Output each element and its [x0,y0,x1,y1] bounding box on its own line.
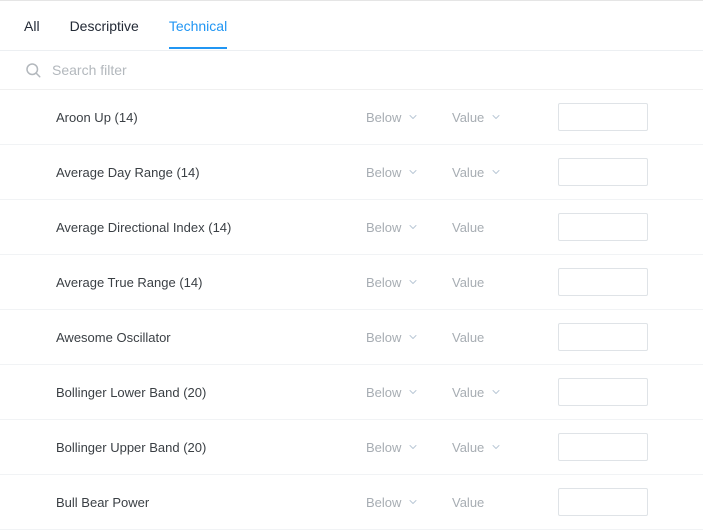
filter-label: Awesome Oscillator [56,330,366,345]
chevron-down-icon [407,386,419,398]
value-type-dropdown-label: Value [452,220,484,235]
chevron-down-icon [490,111,502,123]
tab-technical[interactable]: Technical [169,4,227,48]
filter-label: Average Directional Index (14) [56,220,366,235]
chevron-down-icon [407,496,419,508]
value-type-dropdown-label: Value [452,275,484,290]
condition-dropdown-label: Below [366,275,401,290]
value-input[interactable] [558,103,648,131]
chevron-down-icon [407,111,419,123]
condition-dropdown[interactable]: Below [366,385,452,400]
chevron-down-icon [407,441,419,453]
condition-dropdown[interactable]: Below [366,330,452,345]
value-input[interactable] [558,213,648,241]
tab-all[interactable]: All [24,4,40,48]
value-input[interactable] [558,323,648,351]
tab-descriptive[interactable]: Descriptive [70,4,139,48]
condition-dropdown[interactable]: Below [366,110,452,125]
value-type-dropdown[interactable]: Value [452,385,538,400]
condition-dropdown-label: Below [366,165,401,180]
filter-row: Bull Bear PowerBelow Value [0,475,703,530]
value-type-dropdown-label: Value [452,385,484,400]
value-input[interactable] [558,488,648,516]
filter-label: Bollinger Upper Band (20) [56,440,366,455]
condition-dropdown-label: Below [366,330,401,345]
filter-label: Average Day Range (14) [56,165,366,180]
value-type-dropdown[interactable]: Value [452,110,538,125]
filter-row: Bollinger Upper Band (20)Below Value [0,420,703,475]
value-type-dropdown[interactable]: Value [452,165,538,180]
chevron-down-icon [490,441,502,453]
value-input[interactable] [558,378,648,406]
screener-filters-panel: All Descriptive Technical Aroon Up (14)B… [0,0,703,514]
filter-label: Bull Bear Power [56,495,366,510]
condition-dropdown[interactable]: Below [366,440,452,455]
chevron-down-icon [407,221,419,233]
value-type-dropdown-label: Value [452,440,484,455]
filters-list: Aroon Up (14)BelowValueAverage Day Range… [0,90,703,530]
chevron-down-icon [490,386,502,398]
value-input[interactable] [558,433,648,461]
value-type-dropdown[interactable]: Value [452,440,538,455]
search-input[interactable] [52,62,252,78]
filter-row: Awesome OscillatorBelow Value [0,310,703,365]
condition-dropdown[interactable]: Below [366,165,452,180]
value-type-dropdown-label: Value [452,110,484,125]
value-input[interactable] [558,158,648,186]
filter-row: Average Day Range (14)Below Value [0,145,703,200]
value-type-dropdown-label: Value [452,330,484,345]
value-type-dropdown[interactable]: Value [452,220,538,235]
tabs-bar: All Descriptive Technical [0,1,703,51]
chevron-down-icon [490,166,502,178]
search-icon [24,61,42,79]
filter-label: Average True Range (14) [56,275,366,290]
filter-label: Aroon Up (14) [56,110,366,125]
condition-dropdown-label: Below [366,385,401,400]
condition-dropdown[interactable]: Below [366,495,452,510]
condition-dropdown-label: Below [366,110,401,125]
condition-dropdown-label: Below [366,440,401,455]
value-type-dropdown[interactable]: Value [452,275,538,290]
condition-dropdown[interactable]: Below [366,220,452,235]
filter-row: Bollinger Lower Band (20)Below Value [0,365,703,420]
filter-row: Average True Range (14)Below Value [0,255,703,310]
filter-row: Aroon Up (14)Below Value [0,90,703,145]
value-type-dropdown-label: Value [452,165,484,180]
value-input[interactable] [558,268,648,296]
value-type-dropdown-label: Value [452,495,484,510]
chevron-down-icon [407,276,419,288]
filter-label: Bollinger Lower Band (20) [56,385,366,400]
condition-dropdown-label: Below [366,495,401,510]
condition-dropdown[interactable]: Below [366,275,452,290]
search-row [0,51,703,90]
value-type-dropdown[interactable]: Value [452,330,538,345]
condition-dropdown-label: Below [366,220,401,235]
chevron-down-icon [407,331,419,343]
filter-row: Average Directional Index (14)Below Value [0,200,703,255]
chevron-down-icon [407,166,419,178]
value-type-dropdown[interactable]: Value [452,495,538,510]
